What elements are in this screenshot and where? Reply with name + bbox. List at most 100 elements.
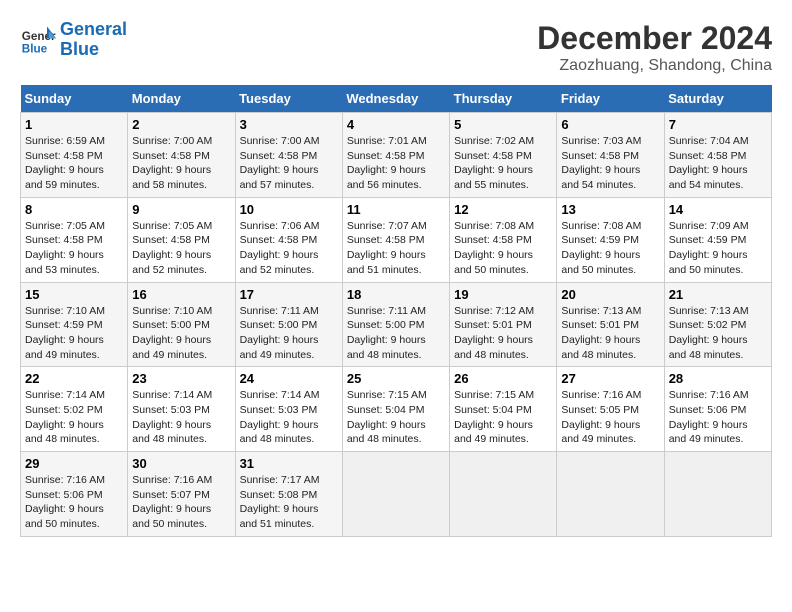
- day-number: 15: [25, 287, 123, 302]
- day-info: Sunrise: 7:00 AM Sunset: 4:58 PM Dayligh…: [240, 134, 338, 193]
- day-number: 6: [561, 117, 659, 132]
- weekday-header-wednesday: Wednesday: [342, 85, 449, 113]
- calendar-title: December 2024: [537, 20, 772, 57]
- calendar-cell: 19 Sunrise: 7:12 AM Sunset: 5:01 PM Dayli…: [450, 282, 557, 367]
- calendar-cell: [557, 452, 664, 537]
- page-header: General Blue GeneralBlue December 2024 Z…: [20, 20, 772, 75]
- weekday-header-tuesday: Tuesday: [235, 85, 342, 113]
- day-number: 11: [347, 202, 445, 217]
- week-row-4: 22Sunrise: 7:14 AM Sunset: 5:02 PM Dayli…: [21, 367, 772, 452]
- day-info: Sunrise: 6:59 AM Sunset: 4:58 PM Dayligh…: [25, 134, 123, 193]
- calendar-cell: 29 Sunrise: 7:16 AM Sunset: 5:06 PM Dayli…: [21, 452, 128, 537]
- weekday-header-saturday: Saturday: [664, 85, 771, 113]
- day-number: 30: [132, 456, 230, 471]
- calendar-cell: 17Sunrise: 7:11 AM Sunset: 5:00 PM Dayli…: [235, 282, 342, 367]
- day-info: Sunrise: 7:12 AM Sunset: 5:01 PM Dayligh…: [454, 304, 552, 363]
- day-number: 7: [669, 117, 767, 132]
- day-info: Sunrise: 7:17 AM Sunset: 5:08 PM Dayligh…: [240, 473, 338, 532]
- weekday-header-row: SundayMondayTuesdayWednesdayThursdayFrid…: [21, 85, 772, 113]
- logo-icon: General Blue: [20, 22, 56, 58]
- logo-text: GeneralBlue: [60, 20, 127, 60]
- day-info: Sunrise: 7:15 AM Sunset: 5:04 PM Dayligh…: [454, 388, 552, 447]
- day-info: Sunrise: 7:01 AM Sunset: 4:58 PM Dayligh…: [347, 134, 445, 193]
- calendar-cell: 11 Sunrise: 7:07 AM Sunset: 4:58 PM Dayli…: [342, 197, 449, 282]
- calendar-cell: 21 Sunrise: 7:13 AM Sunset: 5:02 PM Dayli…: [664, 282, 771, 367]
- day-number: 4: [347, 117, 445, 132]
- day-number: 2: [132, 117, 230, 132]
- day-number: 27: [561, 371, 659, 386]
- day-number: 31: [240, 456, 338, 471]
- day-info: Sunrise: 7:11 AM Sunset: 5:00 PM Dayligh…: [347, 304, 445, 363]
- day-number: 16: [132, 287, 230, 302]
- day-number: 13: [561, 202, 659, 217]
- day-number: 25: [347, 371, 445, 386]
- day-number: 29: [25, 456, 123, 471]
- weekday-header-thursday: Thursday: [450, 85, 557, 113]
- calendar-cell: 26Sunrise: 7:15 AM Sunset: 5:04 PM Dayli…: [450, 367, 557, 452]
- calendar-cell: 16 Sunrise: 7:10 AM Sunset: 5:00 PM Dayli…: [128, 282, 235, 367]
- calendar-cell: 7Sunrise: 7:04 AM Sunset: 4:58 PM Daylig…: [664, 113, 771, 198]
- day-number: 10: [240, 202, 338, 217]
- day-number: 8: [25, 202, 123, 217]
- day-number: 1: [25, 117, 123, 132]
- day-info: Sunrise: 7:13 AM Sunset: 5:01 PM Dayligh…: [561, 304, 659, 363]
- calendar-cell: 10Sunrise: 7:06 AM Sunset: 4:58 PM Dayli…: [235, 197, 342, 282]
- logo: General Blue GeneralBlue: [20, 20, 127, 60]
- calendar-cell: 2 Sunrise: 7:00 AM Sunset: 4:58 PM Daylig…: [128, 113, 235, 198]
- weekday-header-sunday: Sunday: [21, 85, 128, 113]
- calendar-cell: 1 Sunrise: 6:59 AM Sunset: 4:58 PM Daylig…: [21, 113, 128, 198]
- day-info: Sunrise: 7:16 AM Sunset: 5:06 PM Dayligh…: [25, 473, 123, 532]
- day-info: Sunrise: 7:15 AM Sunset: 5:04 PM Dayligh…: [347, 388, 445, 447]
- day-number: 23: [132, 371, 230, 386]
- day-number: 5: [454, 117, 552, 132]
- day-info: Sunrise: 7:05 AM Sunset: 4:58 PM Dayligh…: [132, 219, 230, 278]
- weekday-header-monday: Monday: [128, 85, 235, 113]
- day-info: Sunrise: 7:10 AM Sunset: 5:00 PM Dayligh…: [132, 304, 230, 363]
- week-row-2: 8 Sunrise: 7:05 AM Sunset: 4:58 PM Daylig…: [21, 197, 772, 282]
- day-number: 12: [454, 202, 552, 217]
- calendar-cell: 27Sunrise: 7:16 AM Sunset: 5:05 PM Dayli…: [557, 367, 664, 452]
- calendar-cell: 9 Sunrise: 7:05 AM Sunset: 4:58 PM Daylig…: [128, 197, 235, 282]
- day-info: Sunrise: 7:11 AM Sunset: 5:00 PM Dayligh…: [240, 304, 338, 363]
- week-row-5: 29 Sunrise: 7:16 AM Sunset: 5:06 PM Dayli…: [21, 452, 772, 537]
- calendar-cell: 30 Sunrise: 7:16 AM Sunset: 5:07 PM Dayli…: [128, 452, 235, 537]
- calendar-cell: 5 Sunrise: 7:02 AM Sunset: 4:58 PM Daylig…: [450, 113, 557, 198]
- calendar-cell: 13 Sunrise: 7:08 AM Sunset: 4:59 PM Dayli…: [557, 197, 664, 282]
- calendar-cell: 23 Sunrise: 7:14 AM Sunset: 5:03 PM Dayli…: [128, 367, 235, 452]
- day-info: Sunrise: 7:03 AM Sunset: 4:58 PM Dayligh…: [561, 134, 659, 193]
- calendar-cell: 6 Sunrise: 7:03 AM Sunset: 4:58 PM Daylig…: [557, 113, 664, 198]
- day-number: 14: [669, 202, 767, 217]
- day-number: 28: [669, 371, 767, 386]
- calendar-cell: 25 Sunrise: 7:15 AM Sunset: 5:04 PM Dayli…: [342, 367, 449, 452]
- day-info: Sunrise: 7:14 AM Sunset: 5:02 PM Dayligh…: [25, 388, 123, 447]
- calendar-cell: 12 Sunrise: 7:08 AM Sunset: 4:58 PM Dayli…: [450, 197, 557, 282]
- calendar-subtitle: Zaozhuang, Shandong, China: [537, 57, 772, 75]
- day-number: 24: [240, 371, 338, 386]
- day-number: 18: [347, 287, 445, 302]
- day-info: Sunrise: 7:08 AM Sunset: 4:59 PM Dayligh…: [561, 219, 659, 278]
- calendar-cell: 14Sunrise: 7:09 AM Sunset: 4:59 PM Dayli…: [664, 197, 771, 282]
- title-block: December 2024 Zaozhuang, Shandong, China: [537, 20, 772, 75]
- day-info: Sunrise: 7:07 AM Sunset: 4:58 PM Dayligh…: [347, 219, 445, 278]
- day-info: Sunrise: 7:08 AM Sunset: 4:58 PM Dayligh…: [454, 219, 552, 278]
- day-info: Sunrise: 7:14 AM Sunset: 5:03 PM Dayligh…: [240, 388, 338, 447]
- calendar-cell: 15Sunrise: 7:10 AM Sunset: 4:59 PM Dayli…: [21, 282, 128, 367]
- calendar-table: SundayMondayTuesdayWednesdayThursdayFrid…: [20, 85, 772, 537]
- calendar-cell: 20Sunrise: 7:13 AM Sunset: 5:01 PM Dayli…: [557, 282, 664, 367]
- day-info: Sunrise: 7:16 AM Sunset: 5:07 PM Dayligh…: [132, 473, 230, 532]
- calendar-cell: 31 Sunrise: 7:17 AM Sunset: 5:08 PM Dayli…: [235, 452, 342, 537]
- day-number: 21: [669, 287, 767, 302]
- day-info: Sunrise: 7:14 AM Sunset: 5:03 PM Dayligh…: [132, 388, 230, 447]
- day-info: Sunrise: 7:16 AM Sunset: 5:06 PM Dayligh…: [669, 388, 767, 447]
- calendar-cell: 28 Sunrise: 7:16 AM Sunset: 5:06 PM Dayli…: [664, 367, 771, 452]
- svg-text:Blue: Blue: [22, 42, 48, 55]
- calendar-cell: [664, 452, 771, 537]
- calendar-cell: [450, 452, 557, 537]
- day-number: 19: [454, 287, 552, 302]
- day-number: 9: [132, 202, 230, 217]
- day-info: Sunrise: 7:13 AM Sunset: 5:02 PM Dayligh…: [669, 304, 767, 363]
- day-info: Sunrise: 7:02 AM Sunset: 4:58 PM Dayligh…: [454, 134, 552, 193]
- day-info: Sunrise: 7:05 AM Sunset: 4:58 PM Dayligh…: [25, 219, 123, 278]
- day-info: Sunrise: 7:00 AM Sunset: 4:58 PM Dayligh…: [132, 134, 230, 193]
- calendar-cell: 8 Sunrise: 7:05 AM Sunset: 4:58 PM Daylig…: [21, 197, 128, 282]
